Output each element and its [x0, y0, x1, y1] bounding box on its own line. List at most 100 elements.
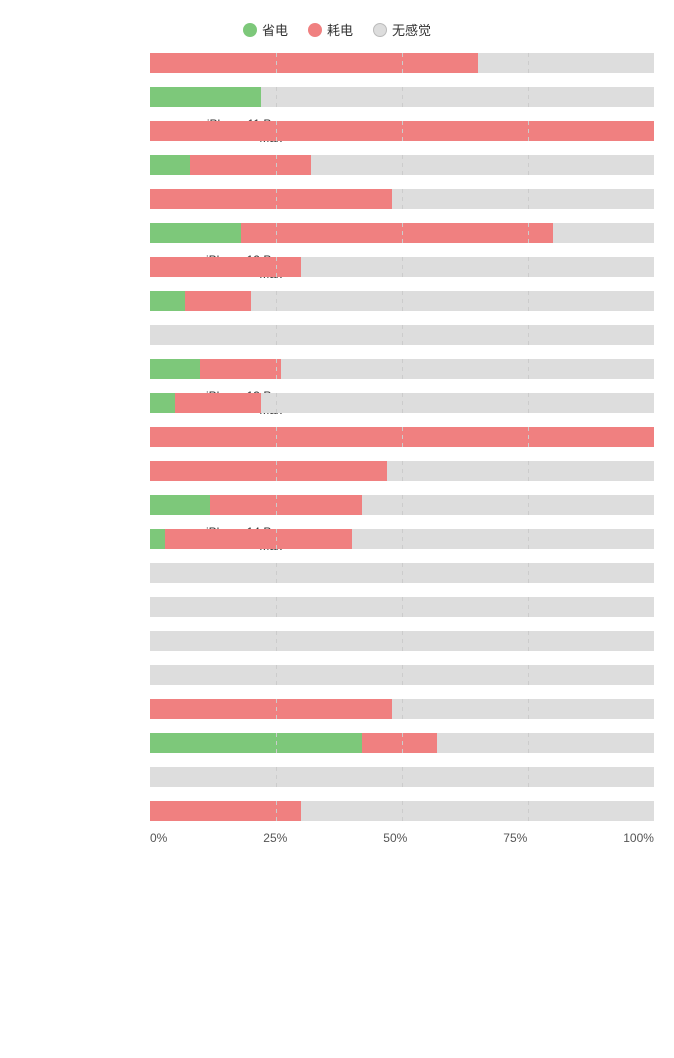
bar-track [150, 53, 654, 73]
bar-segment-red [175, 393, 261, 413]
bar-track [150, 223, 654, 243]
bar-track-wrapper [150, 393, 654, 413]
bar-track-wrapper [150, 563, 654, 583]
bar-segment-red [150, 257, 301, 277]
bar-row: iPhone 11 Pro Max [150, 115, 654, 147]
bar-track-wrapper [150, 801, 654, 821]
bar-segment-red [200, 359, 281, 379]
bar-row: iPhone 12 Pro Max [150, 251, 654, 283]
bar-segment-green [150, 155, 190, 175]
bar-segment-green [150, 291, 185, 311]
bar-row: iPhone 13 Pro [150, 353, 654, 385]
legend-item-gray: 无感觉 [373, 20, 431, 39]
bar-segment-red [185, 291, 251, 311]
bar-track [150, 597, 654, 617]
xaxis-label-75: 75% [503, 831, 527, 845]
legend-label-gray: 无感觉 [392, 20, 431, 39]
bar-segment-red [150, 699, 392, 719]
bar-row: iPhone 8 [150, 557, 654, 589]
legend-item-green: 省电 [243, 20, 288, 39]
bar-track [150, 155, 654, 175]
bar-track [150, 461, 654, 481]
bar-track [150, 393, 654, 413]
bar-track [150, 631, 654, 651]
bar-track-wrapper [150, 121, 654, 141]
x-axis: 0% 25% 50% 75% 100% [150, 831, 654, 845]
bar-row: iPhone SE 第2代 [150, 625, 654, 657]
bar-row: iPhone 11 [150, 47, 654, 79]
xaxis-label-50: 50% [383, 831, 407, 845]
bar-track-wrapper [150, 53, 654, 73]
bar-row: iPhone 11 Pro [150, 81, 654, 113]
bar-row: iPhone 14 Pro Max [150, 523, 654, 555]
bar-track-wrapper [150, 223, 654, 243]
bar-track [150, 767, 654, 787]
bar-track [150, 495, 654, 515]
bar-track-wrapper [150, 427, 654, 447]
xaxis-label-100: 100% [623, 831, 654, 845]
bar-row: iPhone 12 [150, 149, 654, 181]
bar-track [150, 801, 654, 821]
bar-track [150, 529, 654, 549]
bar-track-wrapper [150, 733, 654, 753]
bar-track-wrapper [150, 257, 654, 277]
bar-segment-green [150, 223, 241, 243]
bar-track [150, 189, 654, 209]
bar-segment-red [362, 733, 438, 753]
bar-row: iPhone 8 Plus [150, 591, 654, 623]
bar-track-wrapper [150, 529, 654, 549]
bar-segment-red [150, 121, 654, 141]
bar-track-wrapper [150, 495, 654, 515]
bar-row: iPhone 13 mini [150, 319, 654, 351]
bar-track-wrapper [150, 325, 654, 345]
bar-segment-green [150, 733, 362, 753]
bar-row: iPhone XS Max [150, 795, 654, 827]
bar-segment-green [150, 529, 165, 549]
bar-track [150, 699, 654, 719]
bar-row: iPhone 14 Pro [150, 489, 654, 521]
bar-row: iPhone XR [150, 727, 654, 759]
legend: 省电 耗电 无感觉 [10, 20, 664, 39]
bar-track [150, 291, 654, 311]
bar-row: iPhone SE 第3代 [150, 659, 654, 691]
bar-segment-red [150, 801, 301, 821]
bar-track-wrapper [150, 631, 654, 651]
bar-segment-red [210, 495, 361, 515]
bar-track-wrapper [150, 767, 654, 787]
xaxis-label-0: 0% [150, 831, 167, 845]
bar-row: iPhone 13 Pro Max [150, 387, 654, 419]
bar-track-wrapper [150, 597, 654, 617]
bar-track [150, 359, 654, 379]
bar-track-wrapper [150, 699, 654, 719]
bar-row: iPhone 14 Plus [150, 455, 654, 487]
bar-segment-red [190, 155, 311, 175]
bar-track [150, 87, 654, 107]
bar-track [150, 427, 654, 447]
bar-row: iPhone XS [150, 761, 654, 793]
bar-segment-red [150, 189, 392, 209]
bar-row: iPhone 12 mini [150, 183, 654, 215]
bar-row: iPhone X [150, 693, 654, 725]
legend-dot-green [243, 23, 257, 37]
legend-label-green: 省电 [262, 20, 288, 39]
bar-track [150, 563, 654, 583]
bar-track [150, 733, 654, 753]
bar-track-wrapper [150, 665, 654, 685]
bar-segment-green [150, 495, 210, 515]
chart-container: 省电 耗电 无感觉 iPhone 11iPhone 11 ProiPhone 1… [0, 10, 674, 875]
bar-row: iPhone 14 [150, 421, 654, 453]
bar-segment-green [150, 359, 200, 379]
bar-segment-red [150, 461, 387, 481]
legend-dot-red [308, 23, 322, 37]
bar-row: iPhone 13 [150, 285, 654, 317]
chart-area: iPhone 11iPhone 11 ProiPhone 11 Pro Maxi… [10, 47, 664, 827]
bar-track [150, 121, 654, 141]
bar-track-wrapper [150, 87, 654, 107]
bar-track [150, 257, 654, 277]
xaxis-label-25: 25% [263, 831, 287, 845]
bar-segment-red [165, 529, 351, 549]
legend-label-red: 耗电 [327, 20, 353, 39]
bar-track-wrapper [150, 155, 654, 175]
bar-segment-red [241, 223, 553, 243]
legend-item-red: 耗电 [308, 20, 353, 39]
